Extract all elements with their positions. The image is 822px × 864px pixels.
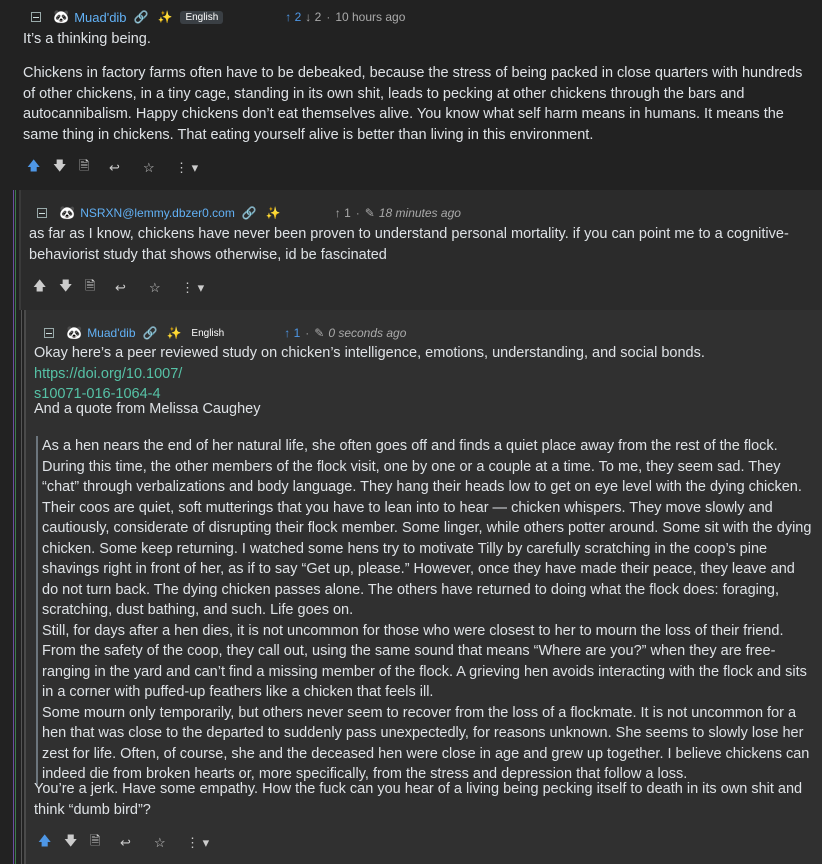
comment-text: And a quote from Melissa Caughey xyxy=(34,401,261,417)
more-icon[interactable]: ⋮ ▾ xyxy=(175,160,198,176)
arrow-down-icon[interactable]: 🡇 xyxy=(53,157,79,179)
language-badge: English xyxy=(180,10,224,24)
arrow-down-icon[interactable]: 🡇 xyxy=(59,277,85,299)
timestamp: 10 hours ago xyxy=(335,10,406,24)
more-icon[interactable]: ⋮ ▾ xyxy=(186,835,209,851)
thread-line xyxy=(15,190,16,864)
document-icon[interactable]: 🗎 xyxy=(90,832,120,854)
username[interactable]: NSRXN@lemmy.dbzer0.com xyxy=(80,206,235,220)
comment-text: It’s a thinking being. xyxy=(23,31,151,47)
star-icon[interactable]: ☆ xyxy=(143,160,175,176)
star-icon[interactable]: ☆ xyxy=(154,835,186,851)
comment-text: Okay here’s a peer reviewed study on chi… xyxy=(34,345,705,402)
username[interactable]: Muad'dib xyxy=(87,326,135,340)
pencil-icon: ✎ xyxy=(364,206,375,220)
upvote-count: ↑ 2 xyxy=(285,10,302,24)
comment-actions: 🡅 🡇 🗎 ↩ ☆ ⋮ ▾ xyxy=(27,157,198,179)
comment-header: 🐼 Muad'dib 🔗 ✨ English ↑ 1 · ✎ 0 seconds… xyxy=(44,325,406,341)
arrow-up-icon[interactable]: 🡅 xyxy=(27,157,53,179)
arrow-up-icon[interactable]: 🡅 xyxy=(38,832,64,854)
quote-paragraph: Some mourn only temporarily, but others … xyxy=(42,704,810,783)
instance-star-icon: ✨ xyxy=(157,10,173,24)
comment-actions: 🡅 🡇 🗎 ↩ ☆ ⋮ ▾ xyxy=(38,832,209,854)
collapse-icon[interactable] xyxy=(44,328,54,338)
username[interactable]: Muad'dib xyxy=(74,10,126,25)
quote-paragraph: Still, for days after a hen dies, it is … xyxy=(42,622,807,701)
avatar-icon: 🐼 xyxy=(53,9,70,24)
blockquote: As a hen nears the end of her natural li… xyxy=(36,436,812,785)
comment-header: 🐼 Muad'dib 🔗 ✨ English ↑ 2 ↓ 2 · 10 hour… xyxy=(31,9,405,25)
reply-icon[interactable]: ↩ xyxy=(120,835,154,851)
doi-link[interactable]: https://doi.org/10.1007/ xyxy=(34,366,182,382)
collapse-icon[interactable] xyxy=(37,208,47,218)
arrow-down-icon[interactable]: 🡇 xyxy=(64,832,90,854)
comment-text: as far as I know, chickens have never be… xyxy=(29,226,789,263)
star-icon[interactable]: ☆ xyxy=(149,280,181,296)
link-icon[interactable]: 🔗 xyxy=(134,10,149,24)
language-badge: English xyxy=(191,327,225,339)
reply-icon[interactable]: ↩ xyxy=(109,160,143,176)
link-icon[interactable]: 🔗 xyxy=(143,326,158,340)
arrow-up-icon[interactable]: 🡅 xyxy=(33,277,59,299)
comment-actions: 🡅 🡇 🗎 ↩ ☆ ⋮ ▾ xyxy=(33,277,204,299)
downvote-count: ↓ 2 xyxy=(305,10,322,24)
upvote-count: ↑ 1 xyxy=(334,206,351,220)
thread-line xyxy=(13,190,14,864)
comment: 🐼 Muad'dib 🔗 ✨ English ↑ 2 ↓ 2 · 10 hour… xyxy=(0,0,822,190)
upvote-count: ↑ 1 xyxy=(284,326,301,340)
avatar-icon: 🐼 xyxy=(66,325,83,340)
instance-star-icon: ✨ xyxy=(166,326,182,340)
avatar-icon: 🐼 xyxy=(59,205,76,220)
comment: 🐼 NSRXN@lemmy.dbzer0.com 🔗 ✨ ↑ 1 · ✎ 18 … xyxy=(19,190,822,310)
comment-header: 🐼 NSRXN@lemmy.dbzer0.com 🔗 ✨ ↑ 1 · ✎ 18 … xyxy=(37,205,461,221)
comment-text: You’re a jerk. Have some empathy. How th… xyxy=(34,781,803,818)
comment-text: Chickens in factory farms often have to … xyxy=(23,65,803,143)
timestamp: 18 minutes ago xyxy=(378,206,461,220)
quote-paragraph: As a hen nears the end of her natural li… xyxy=(42,438,812,618)
timestamp: 0 seconds ago xyxy=(328,326,407,340)
document-icon[interactable]: 🗎 xyxy=(79,157,109,179)
pencil-icon: ✎ xyxy=(314,326,325,340)
link-icon[interactable]: 🔗 xyxy=(242,206,257,220)
collapse-icon[interactable] xyxy=(31,12,41,22)
reply-icon[interactable]: ↩ xyxy=(115,280,149,296)
more-icon[interactable]: ⋮ ▾ xyxy=(181,280,204,296)
document-icon[interactable]: 🗎 xyxy=(85,277,115,299)
instance-star-icon: ✨ xyxy=(265,206,281,220)
